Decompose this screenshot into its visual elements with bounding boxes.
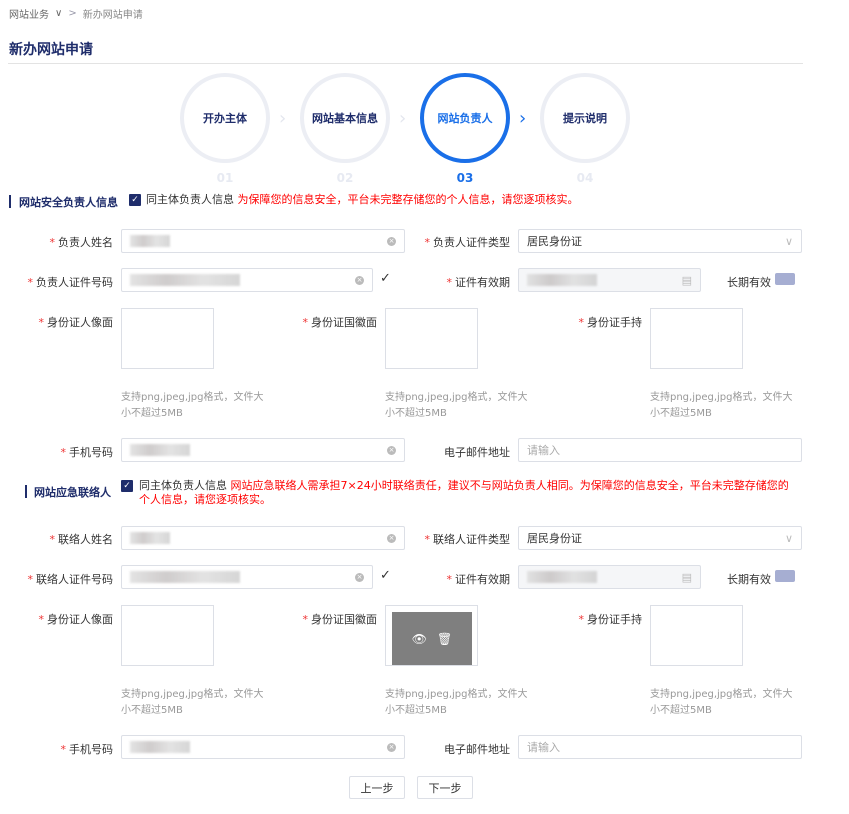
phone-input[interactable]: × (121, 735, 405, 759)
id-type-value: 居民身份证 (527, 532, 582, 545)
section-note: 同主体负责人信息 网站应急联络人需承担7×24小时联络责任，建议不与网站负责人相… (139, 479, 799, 507)
masked-value (130, 571, 240, 583)
warning-text: 为保障您的信息安全，平台未完整存储您的个人信息，请您逐项核实。 (237, 193, 579, 206)
emergency-contact-section: 网站应急联络人 ✓ 同主体负责人信息 网站应急联络人需承担7×24小时联络责任，… (0, 297, 849, 759)
chevron-down-icon: ∨ (784, 531, 793, 545)
upload-hint: 支持png,jpeg,jpg格式，文件大小不超过5MB (121, 689, 264, 716)
name-input[interactable]: × (121, 526, 405, 550)
id-type-select[interactable]: 居民身份证 ∨ (518, 526, 802, 550)
section-bar (25, 485, 27, 498)
section-bar (9, 195, 11, 208)
prev-button[interactable]: 上一步 (349, 776, 405, 799)
masked-value (130, 235, 170, 247)
validity-date-input[interactable]: ▤ (518, 565, 701, 589)
long-term-label: 长期有效 (727, 276, 771, 289)
masked-value (130, 741, 190, 753)
id-type-label: * 联络人证件类型 (424, 533, 511, 546)
id-type-value: 居民身份证 (527, 235, 582, 248)
check-icon: ✓ (380, 271, 391, 286)
validity-date-input[interactable]: ▤ (518, 268, 701, 292)
email-placeholder: 请输入 (527, 741, 560, 754)
same-as-entity-label[interactable]: 同主体负责人信息 (139, 479, 227, 492)
calendar-icon[interactable]: ▤ (682, 274, 692, 287)
warning-text: 网站应急联络人需承担7×24小时联络责任，建议不与网站负责人相同。为保障您的信息… (139, 479, 789, 506)
id-number-label: * 负责人证件号码 (27, 276, 114, 289)
id-front-upload[interactable] (121, 605, 214, 666)
calendar-icon[interactable]: ▤ (682, 571, 692, 584)
masked-value (527, 571, 597, 583)
id-hold-upload[interactable] (650, 605, 743, 666)
name-label: * 联络人姓名 (49, 533, 114, 546)
masked-value (130, 532, 170, 544)
upload-hint: 支持png,jpeg,jpg格式，文件大小不超过5MB (385, 689, 528, 716)
id-hold-label: * 身份证手持 (578, 613, 643, 626)
id-type-label: * 负责人证件类型 (424, 236, 511, 249)
clear-icon[interactable]: × (387, 236, 396, 246)
same-as-entity-label[interactable]: 同主体负责人信息 (146, 193, 234, 206)
same-as-entity-checkbox[interactable]: ✓ (121, 480, 133, 492)
chevron-down-icon: ∨ (784, 234, 793, 248)
phone-label: * 手机号码 (60, 743, 114, 756)
masked-value (527, 274, 597, 286)
long-term-label: 长期有效 (727, 573, 771, 586)
id-number-input[interactable]: × (121, 565, 373, 589)
id-front-label: * 身份证人像面 (38, 613, 114, 626)
uploaded-image-preview: 👁 🗑 (392, 612, 472, 665)
email-label: 电子邮件地址 (444, 743, 510, 756)
validity-label: * 证件有效期 (446, 276, 511, 289)
security-contact-section: 网站安全负责人信息 ✓ 同主体负责人信息 为保障您的信息安全，平台未完整存储您的… (0, 0, 849, 462)
id-number-label: * 联络人证件号码 (27, 573, 114, 586)
section-title: 网站应急联络人 (34, 486, 111, 499)
section-note: 同主体负责人信息 为保障您的信息安全，平台未完整存储您的个人信息，请您逐项核实。 (146, 193, 596, 207)
next-button[interactable]: 下一步 (417, 776, 473, 799)
id-back-upload[interactable]: 👁 🗑 (385, 605, 478, 666)
long-term-toggle[interactable] (775, 273, 795, 285)
validity-label: * 证件有效期 (446, 573, 511, 586)
id-type-select[interactable]: 居民身份证 ∨ (518, 229, 802, 253)
clear-icon[interactable]: × (387, 533, 396, 543)
id-back-label: * 身份证国徽面 (302, 613, 378, 626)
clear-icon[interactable]: × (355, 275, 364, 285)
id-number-input[interactable]: × (121, 268, 373, 292)
long-term-toggle[interactable] (775, 570, 795, 582)
clear-icon[interactable]: × (387, 742, 396, 752)
masked-value (130, 274, 240, 286)
section-title: 网站安全负责人信息 (19, 196, 118, 209)
email-input[interactable]: 请输入 (518, 735, 802, 759)
name-label: * 负责人姓名 (49, 236, 114, 249)
check-icon: ✓ (380, 568, 391, 583)
clear-icon[interactable]: × (355, 572, 364, 582)
trash-icon[interactable]: 🗑 (437, 632, 452, 646)
eye-icon[interactable]: 👁 (412, 632, 427, 646)
upload-hint: 支持png,jpeg,jpg格式，文件大小不超过5MB (650, 689, 793, 716)
name-input[interactable]: × (121, 229, 405, 253)
same-as-entity-checkbox[interactable]: ✓ (129, 194, 141, 206)
